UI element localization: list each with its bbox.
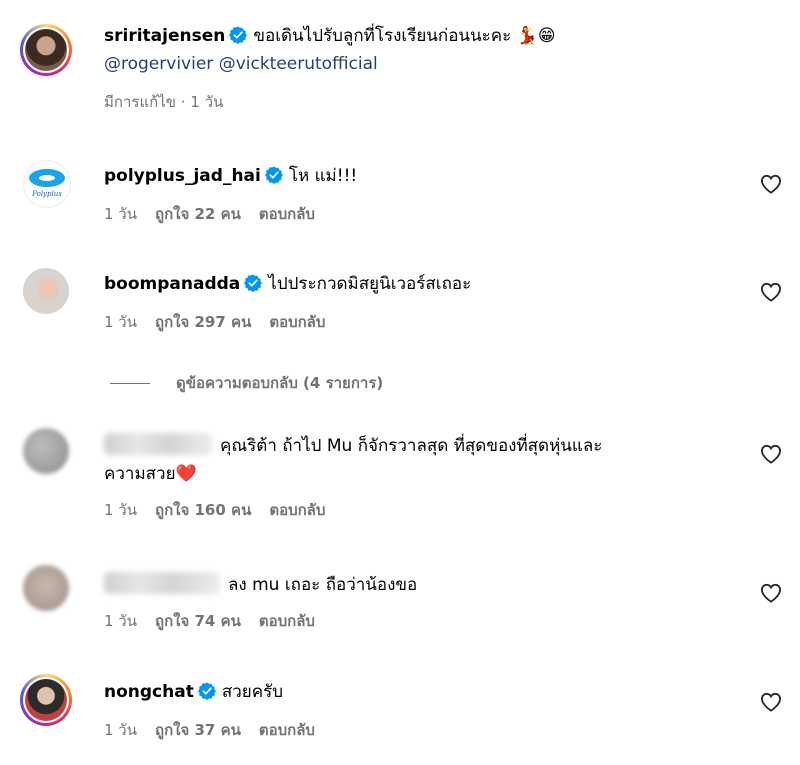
reply-button[interactable]: ตอบกลับ [259,205,315,223]
comment-text: ไปประกวดมิสยูนิเวอร์สเถอะ [268,274,472,294]
post-author-avatar[interactable] [20,24,72,76]
comment-time: 1 วัน [104,612,137,630]
comment-likes[interactable]: ถูกใจ 74 คน [155,612,241,630]
comment-time: 1 วัน [104,313,137,331]
polyplus-logo-icon: Polyplus [29,169,65,198]
heart-outline-icon[interactable] [760,583,782,603]
heart-outline-icon[interactable] [760,174,782,194]
comment-time: 1 วัน [104,205,137,223]
verified-badge-icon [244,274,262,292]
comment-time: 1 วัน [104,501,137,519]
comment-likes[interactable]: ถูกใจ 37 คน [155,721,241,739]
post-edited-meta: มีการแก้ไข · 1 วัน [104,93,224,111]
verified-badge-icon [198,682,216,700]
comment-likes[interactable]: ถูกใจ 22 คน [155,205,241,223]
comment-likes[interactable]: ถูกใจ 160 คน [155,501,251,519]
comment-text: สวยครับ [221,682,284,702]
divider [110,382,150,384]
mention-link[interactable]: @rogervivier [104,54,213,74]
commenter-username[interactable]: polyplus_jad_hai [104,166,261,186]
commenter-username[interactable]: nongchat [104,682,194,702]
commenter-avatar[interactable] [23,268,69,314]
verified-badge-icon [229,26,247,44]
heart-outline-icon[interactable] [760,692,782,712]
commenter-avatar[interactable] [23,565,69,611]
comment-text-continued: ความสวย [104,464,176,484]
reply-button[interactable]: ตอบกลับ [259,612,315,630]
post-caption-text: ขอเดินไปรับลูกที่โรงเรียนก่อนนะคะ [253,26,512,46]
post-author-username[interactable]: sriritajensen [104,26,225,46]
commenter-avatar[interactable] [20,674,72,726]
comment-text: โห แม่!!! [288,166,358,186]
svg-text:Polyplus: Polyplus [31,190,62,198]
caption-emojis: 💃😁 [516,26,556,46]
reply-button[interactable]: ตอบกลับ [259,721,315,739]
commenter-avatar[interactable] [23,428,69,474]
mention-link[interactable]: @vickteerutofficial [219,54,378,74]
reply-button[interactable]: ตอบกลับ [269,313,325,331]
view-replies-label: ดูข้อความตอบกลับ (4 รายการ) [176,374,384,392]
comment-text: คุณริต้า ถ้าไป Mu ก็จักรวาลสุด ที่สุดของ… [220,436,603,456]
commenter-username[interactable]: boompanadda [104,274,240,294]
heart-outline-icon[interactable] [760,282,782,302]
blurred-username[interactable] [104,572,220,594]
blurred-username[interactable] [104,433,212,455]
view-replies-button[interactable]: ดูข้อความตอบกลับ (4 รายการ) [110,372,383,394]
reply-button[interactable]: ตอบกลับ [269,501,325,519]
verified-badge-icon [265,166,283,184]
comment-text: ลง mu เถอะ ถือว่าน้องขอ [228,575,418,595]
comment-time: 1 วัน [104,721,137,739]
heart-emoji: ❤️ [175,464,197,484]
comment-likes[interactable]: ถูกใจ 297 คน [155,313,251,331]
heart-outline-icon[interactable] [760,444,782,464]
commenter-avatar[interactable]: Polyplus [23,160,71,208]
